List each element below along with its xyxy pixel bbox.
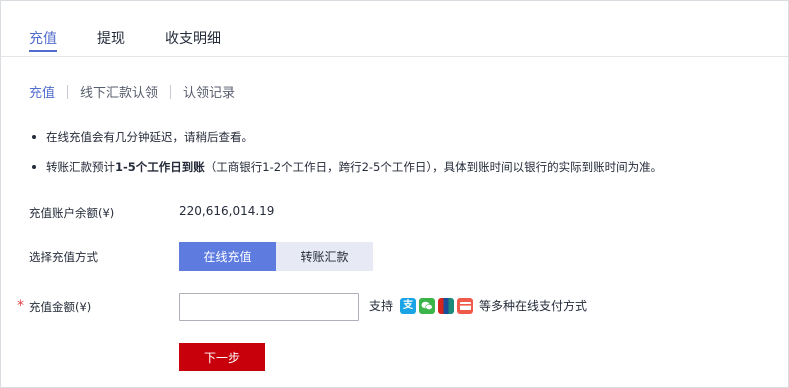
support-prefix: 支持	[369, 299, 394, 313]
notice-text-prefix: 转账汇款预计	[46, 160, 115, 174]
alipay-icon: 支	[400, 297, 417, 314]
notice-item: 在线充值会有几分钟延迟，请稍后查看。	[32, 130, 772, 144]
active-tab-indicator	[29, 50, 57, 52]
notice-list: 在线充值会有几分钟延迟，请稍后查看。 转账汇款预计 1-5个工作日到账 （工商银行1…	[32, 130, 772, 174]
recharge-method-label: 选择充值方式	[29, 250, 98, 264]
notice-text-bold: 1-5个工作日到账	[115, 160, 205, 174]
sub-navigation: 充值 线下汇款认领 认领记录	[29, 82, 235, 101]
online-recharge-button[interactable]: 在线充值	[179, 242, 276, 271]
recharge-panel: 充值 提现 收支明细 充值 线下汇款认领 认领记录 在线充值会有几分钟延迟，请稍…	[0, 0, 789, 388]
payment-support-info: 支持 支 等多种在线支付方式	[369, 297, 587, 314]
subnav-separator	[67, 84, 69, 99]
subnav-claim-records[interactable]: 认领记录	[183, 82, 235, 101]
tabs-divider	[1, 56, 788, 57]
balance-value: 220,616,014.19	[179, 204, 275, 218]
recharge-amount-input[interactable]	[179, 293, 359, 321]
bullet-icon	[32, 135, 36, 139]
recharge-amount-label: 充值金额(¥)	[29, 300, 92, 314]
bank-transfer-button[interactable]: 转账汇款	[276, 242, 373, 271]
bank-card-icon	[457, 297, 474, 314]
tab-withdraw[interactable]: 提现	[97, 30, 125, 48]
required-mark: *	[17, 298, 24, 314]
notice-text-suffix: （工商银行1-2个工作日，跨行2-5个工作日），具体到账时间以银行的实际到账时间…	[204, 160, 663, 174]
notice-text: 在线充值会有几分钟延迟，请稍后查看。	[46, 130, 253, 144]
subnav-offline-remittance-claim[interactable]: 线下汇款认领	[80, 82, 158, 101]
balance-label: 充值账户余额(¥)	[29, 206, 115, 220]
tab-recharge[interactable]: 充值	[29, 30, 57, 48]
wechat-pay-icon	[419, 297, 436, 314]
bullet-icon	[32, 165, 36, 169]
subnav-recharge[interactable]: 充值	[29, 82, 55, 101]
notice-item: 转账汇款预计 1-5个工作日到账 （工商银行1-2个工作日，跨行2-5个工作日），具…	[32, 160, 772, 174]
unionpay-icon	[438, 297, 455, 314]
next-step-button[interactable]: 下一步	[179, 343, 265, 371]
support-suffix: 等多种在线支付方式	[479, 299, 588, 313]
subnav-separator	[170, 84, 172, 99]
tab-transaction-details[interactable]: 收支明细	[165, 30, 221, 48]
main-tabs: 充值 提现 收支明细	[29, 30, 261, 48]
